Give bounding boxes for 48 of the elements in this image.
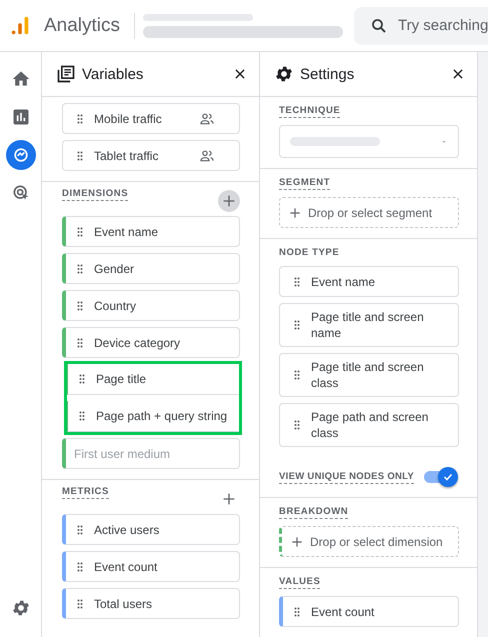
panel-title: Settings: [300, 66, 356, 82]
settings-icon: [10, 598, 30, 618]
variable-chip[interactable]: Gender: [62, 253, 240, 284]
variable-chip[interactable]: Device category: [62, 327, 240, 358]
check-icon: [442, 471, 454, 483]
variable-chip[interactable]: Page title and screen class: [279, 353, 459, 397]
people-icon: [199, 148, 215, 164]
analytics-logo-icon: [9, 14, 31, 36]
settings-icon: [274, 64, 294, 84]
section-label: DIMENSIONS: [62, 188, 128, 201]
section-label: NODE TYPE: [279, 247, 340, 259]
plus-icon: [288, 206, 302, 220]
close-icon: [233, 67, 247, 81]
variable-chip[interactable]: Page path + query string: [67, 401, 239, 432]
plus-icon: [221, 491, 237, 507]
segment-chip[interactable]: Mobile traffic: [62, 103, 240, 134]
panel-title: Variables: [82, 66, 144, 82]
drop-zone[interactable]: Drop or select segment: [279, 197, 459, 228]
variable-chip[interactable]: Total users: [62, 588, 240, 619]
variable-chip[interactable]: Event name: [62, 216, 240, 247]
search-field[interactable]: Try searching: [354, 6, 488, 44]
close-icon: [451, 67, 465, 81]
toggle-switch[interactable]: [424, 467, 458, 487]
plus-icon: [290, 534, 304, 548]
variable-chip[interactable]: Active users: [62, 514, 240, 545]
variable-chip[interactable]: Page path and screen class: [279, 403, 459, 447]
bar-chart-icon: [10, 107, 30, 127]
drop-zone[interactable]: Drop or select dimension: [279, 526, 459, 557]
variable-chip[interactable]: Page title: [67, 364, 239, 395]
segment-chip[interactable]: Tablet traffic: [62, 140, 240, 171]
section-label: SEGMENT: [279, 177, 330, 190]
section-label: METRICS: [62, 486, 109, 499]
section-label: BREAKDOWN: [279, 506, 348, 519]
toggle-label: VIEW UNIQUE NODES ONLY: [279, 470, 414, 484]
variable-chip[interactable]: Event name: [279, 266, 459, 297]
document-stack-icon: [56, 64, 76, 84]
app-name: Analytics: [44, 14, 120, 36]
variable-chip[interactable]: Event count: [62, 551, 240, 582]
add-button[interactable]: [218, 190, 240, 212]
people-icon: [199, 110, 215, 126]
variable-chip[interactable]: Country: [62, 290, 240, 321]
variable-chip[interactable]: Event count: [279, 596, 459, 627]
nav-button[interactable]: [6, 140, 36, 170]
search-input[interactable]: Try searching: [398, 17, 488, 34]
section-label: VALUES: [279, 576, 320, 589]
section-label: TECHNIQUE: [279, 105, 340, 118]
plus-icon: [221, 193, 237, 209]
variable-chip[interactable]: Page title and screen name: [279, 303, 459, 347]
